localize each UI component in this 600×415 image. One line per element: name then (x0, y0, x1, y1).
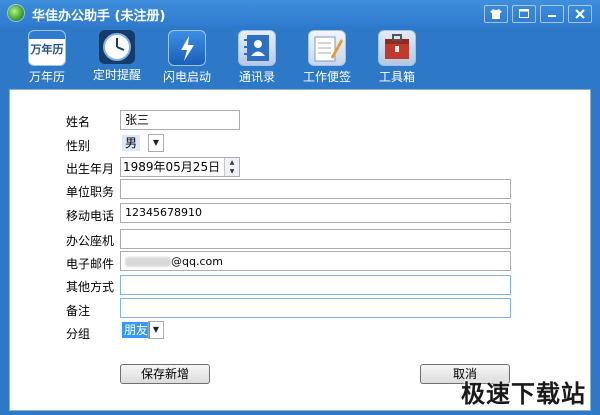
spin-up-icon[interactable]: ▲ (225, 158, 239, 167)
other-label: 其他方式 (66, 280, 115, 294)
group-value: 朋友 (122, 322, 151, 338)
email-label: 电子邮件 (66, 257, 115, 271)
note-field[interactable] (120, 298, 511, 318)
title-bar: 华佳办公助手 (未注册) (0, 0, 600, 26)
group-label: 分组 (66, 327, 91, 341)
contacts-icon (238, 30, 276, 66)
group-select[interactable]: 朋友 ▼ (120, 321, 164, 341)
calendar-icon: 万年历 (28, 30, 66, 66)
contact-form-panel: 姓名 张三 性别 男 ▼ 出生年月 1989年05月25日 ▲ ▼ 单位职务 移… (9, 89, 591, 411)
position-label: 单位职务 (66, 185, 115, 199)
minimize-button[interactable] (540, 5, 564, 23)
chevron-down-icon: ▼ (148, 134, 164, 152)
toolbar-toolbox[interactable]: 工具箱 (362, 30, 432, 84)
shirt-icon (490, 9, 502, 19)
spin-down-icon[interactable]: ▼ (225, 167, 239, 176)
toolbar-contacts[interactable]: 通讯录 (222, 30, 292, 84)
birthday-label: 出生年月 (66, 162, 115, 176)
email-blurred-user (125, 256, 171, 267)
gender-label: 性别 (66, 139, 91, 153)
mobile-field[interactable]: 12345678910 (120, 203, 511, 223)
toolbar-label: 通讯录 (238, 70, 275, 84)
gender-select[interactable]: 男 ▼ (120, 134, 164, 154)
app-window: 华佳办公助手 (未注册) 万年历 万年历 定时提醒 闪电启动 通讯录 工作便签 … (0, 0, 600, 415)
save-new-button[interactable]: 保存新增 (120, 364, 210, 384)
toolbar-label: 工作便签 (302, 70, 351, 84)
close-button[interactable] (568, 5, 592, 23)
toolbox-icon (378, 30, 416, 66)
name-field[interactable]: 张三 (120, 110, 240, 130)
other-field[interactable] (120, 275, 511, 295)
toolbar: 万年历 万年历 定时提醒 闪电启动 通讯录 工作便签 工具箱 (0, 26, 600, 84)
toolbar-quicklaunch[interactable]: 闪电启动 (152, 30, 222, 84)
toolbar-label: 工具箱 (378, 70, 415, 84)
position-field[interactable] (120, 179, 511, 199)
toolbar-notes[interactable]: 工作便签 (292, 30, 362, 84)
birthday-value: 1989年05月25日 (123, 160, 221, 174)
date-spinner[interactable]: ▲ ▼ (224, 158, 239, 176)
toolbar-calendar[interactable]: 万年历 万年历 (12, 30, 82, 84)
notes-icon (308, 30, 346, 66)
name-label: 姓名 (66, 115, 91, 129)
clock-icon (99, 30, 135, 64)
toolbar-label: 定时提醒 (92, 68, 141, 82)
toolbar-reminder[interactable]: 定时提醒 (82, 30, 152, 82)
birthday-picker[interactable]: 1989年05月25日 ▲ ▼ (120, 157, 240, 177)
watermark-text: 极速下载站 (461, 380, 586, 408)
lightning-icon (168, 30, 206, 66)
chevron-down-icon: ▼ (148, 321, 164, 339)
app-logo-icon (8, 5, 24, 21)
calendar-icon-text: 万年历 (30, 43, 64, 56)
office-phone-label: 办公座机 (66, 234, 115, 248)
email-domain: @qq.com (171, 255, 223, 268)
note-label: 备注 (66, 304, 91, 318)
toolbar-label: 闪电启动 (162, 70, 211, 84)
restore-button[interactable] (512, 5, 536, 23)
email-field[interactable]: @qq.com (120, 251, 511, 271)
office-phone-field[interactable] (120, 229, 511, 249)
skin-button[interactable] (484, 5, 508, 23)
minimize-icon (548, 15, 556, 17)
restore-icon (519, 9, 529, 18)
toolbar-label: 万年历 (28, 70, 65, 84)
mobile-label: 移动电话 (66, 209, 115, 223)
close-icon (575, 9, 585, 19)
gender-value: 男 (122, 135, 141, 151)
window-title: 华佳办公助手 (未注册) (32, 9, 166, 24)
